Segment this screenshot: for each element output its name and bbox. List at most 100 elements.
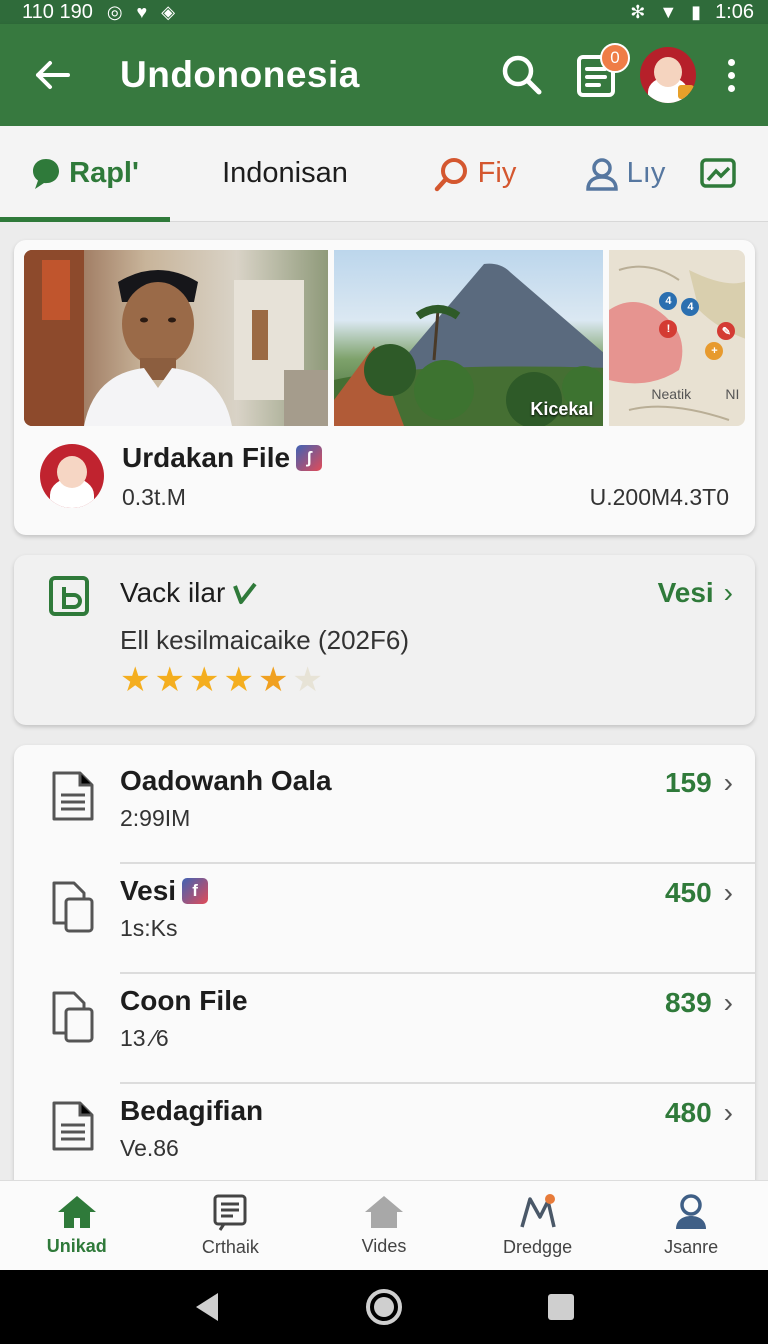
battery-icon: ▮ [691,2,702,22]
chevron-right-icon: › [723,1097,733,1128]
file-title: Bedagifian [120,1095,264,1126]
system-navigation [0,1270,768,1344]
nav-vides[interactable]: Vides [307,1181,461,1270]
bottom-navigation: Unikad Crthaik Vides Dredgge Jsanre [0,1180,768,1270]
star-icon[interactable]: ★ [223,663,253,697]
more-options-button[interactable] [716,47,746,103]
file-title: Coon File [120,985,248,1016]
file-list-item[interactable]: Coon File 13 ⁄6 839 › [14,965,755,1084]
search-button[interactable] [494,47,550,103]
home-circle-icon[interactable] [365,1288,403,1326]
location-icon: ♥ [136,2,148,22]
tab-label: Lıy [626,157,666,189]
status-time-right: 1:06 [715,0,754,23]
rating-link[interactable]: Vesi › [658,577,733,609]
map-label: NI [725,386,740,402]
feature-title-row: Urdakan File ʃ [122,442,323,474]
map-thumbnail[interactable]: 4 4 ! ✎ + Neatik NI [609,250,745,426]
tab-label: Indonisan [222,157,348,189]
document-icon [52,1101,94,1151]
feature-size: 0.3t.M [122,484,186,510]
file-list-item[interactable]: Bedagifian Ve.86 480 › [14,1075,755,1185]
nav-label: Jsanre [664,1237,719,1257]
search-icon [434,157,467,191]
copy-file-icon [52,881,94,933]
copy-file-icon [52,991,94,1043]
photo-man[interactable] [24,250,329,426]
author-avatar[interactable] [40,444,104,508]
app-bar: Undononesia 0 [0,24,768,126]
file-title: Oadowanh Oala [120,765,332,796]
nav-jsanre[interactable]: Jsanre [614,1181,768,1270]
feature-title: Urdakan File [122,442,291,473]
back-triangle-icon[interactable] [192,1291,222,1323]
nav-unikad[interactable]: Unikad [0,1181,154,1270]
image-gallery[interactable]: Kicekal 4 4 ! ✎ + Neatik NI [24,250,745,426]
file-list-item[interactable]: Vesi f 1s:Ks 450 › [14,855,755,974]
recents-square-icon[interactable] [546,1292,576,1322]
wifi-icon: ▼ [659,2,678,22]
person-photo [84,270,232,426]
file-meta: Ve.86 [120,1135,179,1161]
search-icon [502,55,542,95]
file-count: 450 [664,877,712,908]
back-button[interactable] [30,53,74,97]
person-icon [676,1194,707,1229]
rating-link-label: Vesi [657,577,714,608]
home-icon [57,1196,96,1228]
file-meta: 2:99IM [120,805,191,831]
social-badge-icon: ʃ [296,445,323,471]
nav-label: Vides [361,1236,407,1256]
nav-crthaik[interactable]: Crthaik [154,1181,308,1270]
rating-title-row: Vack ilar [120,577,257,609]
notification-badge: 0 [600,43,630,73]
nav-label: Crthaik [201,1237,259,1257]
chat-bubble-icon [33,158,60,189]
document-edit-icon [49,576,89,616]
tab-liy[interactable]: Lıy [550,126,700,222]
file-count: 480 [664,1097,712,1128]
file-count: 159 [664,767,712,798]
list-icon [213,1194,247,1231]
rating-description: Ell kesilmaicaike (202F6) [120,625,409,655]
status-bar: 110 190 ◎ ♥ ◈ ✻ ▼ ▮ 1:06 [0,0,768,24]
feature-card[interactable]: Kicekal 4 4 ! ✎ + Neatik NI Urdakan File… [14,240,755,535]
rating-card[interactable]: Vack ilar Vesi › Ell kesilmaicaike (202F… [14,555,755,725]
nav-label: Dredgge [503,1237,573,1257]
file-meta: 13 ⁄6 [120,1025,169,1051]
tab-fiy[interactable]: Fiy [400,126,550,222]
photo-volcano[interactable]: Kicekal [334,250,604,426]
file-list-item[interactable]: Oadowanh Oala 2:99IM 159 › [14,745,755,864]
map-label: Neatik [651,386,692,402]
tab-indonisan[interactable]: Indonisan [170,126,400,222]
star-icon[interactable]: ★ [189,663,219,697]
app-title: Undononesia [120,54,360,95]
map-pin-icon [519,1194,556,1228]
notifications-button[interactable]: 0 [568,43,630,103]
nav-label: Unikad [46,1236,107,1256]
tab-more[interactable] [700,126,768,222]
chevron-right-icon: › [723,987,733,1018]
tab-label: Fiy [477,157,517,189]
star-icon[interactable]: ★ [258,663,288,697]
rating-title: Vack ilar [120,577,226,608]
feature-meta: U.200M4.3T0 [589,484,729,510]
star-icon[interactable]: ★ [292,663,322,697]
tab-bar: Rapl' Indonisan Fiy Lıy [0,126,768,222]
image-caption: Kicekal [530,399,594,419]
file-title: Vesi [120,875,177,906]
tag-icon: ◈ [161,2,176,22]
star-rating[interactable]: ★ ★ ★ ★ ★ ★ [120,663,323,697]
star-icon[interactable]: ★ [154,663,184,697]
social-badge-icon: f [182,878,209,904]
status-time-left: 110 190 [22,0,93,23]
sync-icon: ◎ [106,2,123,22]
star-icon[interactable]: ★ [120,663,150,697]
chart-icon [700,157,736,188]
nav-dredgge[interactable]: Dredgge [461,1181,615,1270]
profile-avatar[interactable] [640,47,696,103]
tab-label: Rapl' [69,157,139,189]
home-outline-icon [364,1196,403,1228]
chevron-right-icon: › [723,877,733,908]
tab-rapl[interactable]: Rapl' [0,126,170,222]
